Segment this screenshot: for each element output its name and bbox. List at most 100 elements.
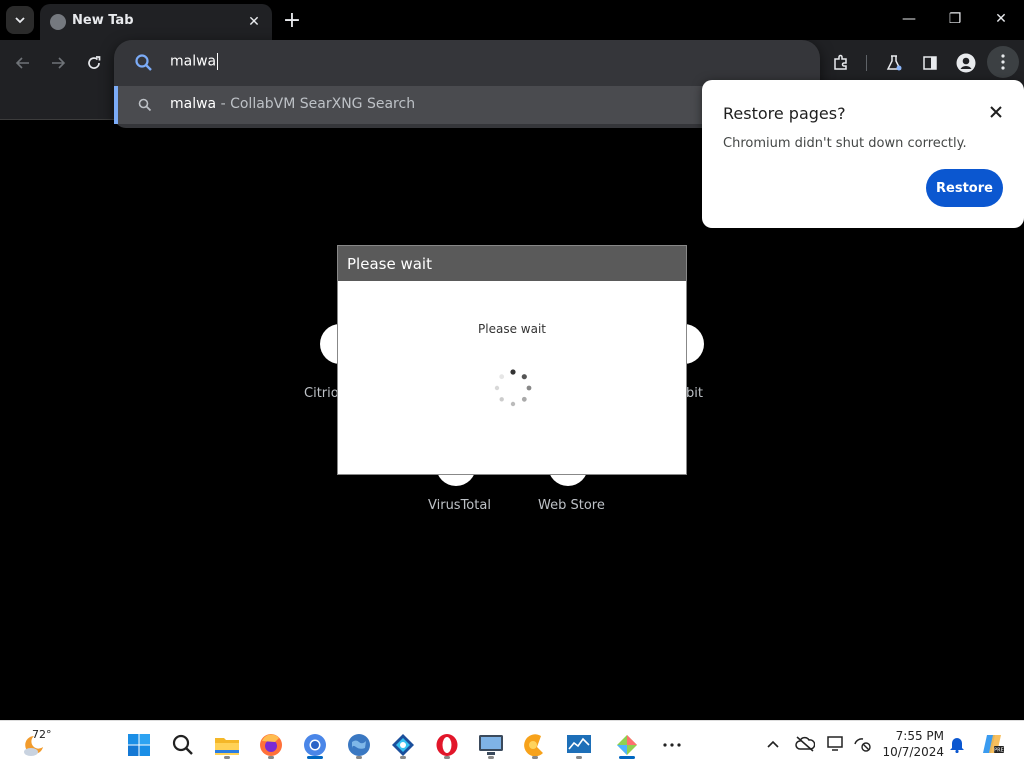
omnibox-value: malwa: [170, 53, 217, 70]
weather-widget[interactable]: 72°: [14, 721, 58, 768]
side-panel-button[interactable]: [915, 48, 945, 78]
search-icon: [135, 54, 152, 71]
tab-new-tab[interactable]: New Tab ✕: [40, 4, 272, 40]
suggestion-text: malwa - CollabVM SearXNG Search: [170, 96, 415, 112]
file-explorer-app[interactable]: [211, 729, 243, 761]
more-vertical-icon: [1001, 54, 1005, 70]
restore-pages-popup: Restore pages? Chromium didn't shut down…: [702, 80, 1024, 228]
suggestion-suffix: - CollabVM SearXNG Search: [216, 96, 416, 112]
running-indicator: [356, 756, 362, 759]
restore-close-button[interactable]: [986, 102, 1006, 122]
globe-icon: [348, 734, 370, 756]
bookmarks-strip: [0, 86, 114, 120]
chevron-up-icon: [767, 740, 779, 748]
loading-spinner-icon: [494, 369, 532, 407]
dialog-header: Please wait: [338, 246, 686, 281]
shortcut-label: bit: [686, 386, 703, 401]
dialog-message: Please wait: [478, 322, 546, 336]
globe-icon: [50, 14, 66, 30]
chevron-down-icon: [15, 17, 25, 24]
clock-date: 10/7/2024: [882, 745, 944, 759]
cloud-off-icon: [795, 736, 815, 752]
edge-dev-app[interactable]: [387, 729, 419, 761]
flask-icon: [886, 55, 902, 71]
more-apps-button[interactable]: [656, 729, 688, 761]
notifications-button[interactable]: [946, 733, 968, 755]
firefox-icon: [260, 734, 282, 756]
show-hidden-icons-button[interactable]: [762, 733, 784, 755]
maximize-button[interactable]: ❐: [932, 4, 978, 34]
window-close-button[interactable]: ✕: [978, 4, 1024, 34]
display-status[interactable]: [825, 733, 847, 755]
forward-button[interactable]: [43, 48, 73, 78]
side-panel-icon: [923, 56, 937, 70]
back-arrow-icon: [15, 57, 29, 69]
taskbar: 72° 7:55 PM 10/7/2024 PRE: [0, 720, 1024, 768]
toolbar-separator: [866, 55, 867, 71]
omnibox-input[interactable]: malwa: [170, 53, 219, 70]
labs-button[interactable]: [879, 48, 909, 78]
reload-button[interactable]: [79, 48, 109, 78]
search-icon: [172, 734, 193, 755]
tab-title: New Tab: [72, 13, 134, 28]
ellipsis-icon: [663, 743, 681, 747]
monitor-app[interactable]: [563, 729, 595, 761]
chromium-app[interactable]: [299, 729, 331, 761]
svg-text:PRE: PRE: [994, 748, 1004, 754]
running-indicator: [532, 756, 538, 759]
puzzle-icon: [834, 54, 847, 70]
running-indicator: [268, 756, 274, 759]
suggestion-query: malwa: [170, 96, 217, 112]
clock-time: 7:55 PM: [895, 729, 944, 743]
menu-button[interactable]: [987, 46, 1019, 78]
chart-window-icon: [567, 735, 591, 753]
active-indicator: [307, 756, 323, 759]
chromium-icon: [304, 734, 326, 756]
firefox-app[interactable]: [255, 729, 287, 761]
running-indicator: [488, 756, 494, 759]
shortcut-label: Citrio: [304, 386, 339, 401]
taskbar-search-button[interactable]: [167, 729, 199, 761]
text-caret: [217, 53, 219, 70]
running-indicator: [400, 756, 406, 759]
diamond-app-icon: [617, 735, 637, 755]
network-status[interactable]: [851, 733, 873, 755]
weather-temperature: 72°: [32, 728, 52, 741]
please-wait-dialog: Please wait Please wait: [337, 245, 687, 475]
edge-icon: [392, 734, 414, 756]
new-tab-button[interactable]: +: [280, 8, 304, 33]
clock[interactable]: 7:55 PM 10/7/2024: [880, 728, 944, 760]
tab-close-button[interactable]: ✕: [244, 12, 264, 32]
tab-search-button[interactable]: [6, 6, 34, 34]
start-button[interactable]: [123, 729, 155, 761]
running-indicator: [444, 756, 450, 759]
restore-message: Chromium didn't shut down correctly.: [723, 136, 967, 151]
restore-button[interactable]: Restore: [926, 169, 1003, 207]
fences-app[interactable]: [611, 729, 643, 761]
opera-icon: [436, 734, 458, 756]
extensions-button[interactable]: [826, 48, 856, 78]
restore-title: Restore pages?: [723, 104, 846, 123]
opera-app[interactable]: [431, 729, 463, 761]
profile-button[interactable]: [951, 48, 981, 78]
remote-desktop-app[interactable]: [475, 729, 507, 761]
back-button[interactable]: [8, 48, 38, 78]
running-indicator: [224, 756, 230, 759]
onedrive-status[interactable]: [794, 733, 816, 755]
network-off-icon: [854, 738, 871, 752]
monitor-icon: [827, 736, 843, 751]
reload-icon: [88, 56, 101, 69]
active-indicator: [619, 756, 635, 759]
minimize-button[interactable]: —: [886, 4, 932, 34]
citrio-icon: [524, 734, 543, 757]
search-icon: [138, 98, 152, 112]
forward-arrow-icon: [52, 57, 66, 69]
copilot-button[interactable]: PRE: [980, 733, 1006, 755]
copilot-icon: PRE: [983, 735, 1004, 754]
windows-start-icon: [128, 734, 150, 756]
globe-browser-app[interactable]: [343, 729, 375, 761]
tab-strip: New Tab ✕ + — ❐ ✕: [0, 0, 1024, 40]
citrio-app[interactable]: [519, 729, 551, 761]
bell-icon: [950, 738, 964, 753]
shortcut-label: Web Store: [538, 498, 605, 513]
